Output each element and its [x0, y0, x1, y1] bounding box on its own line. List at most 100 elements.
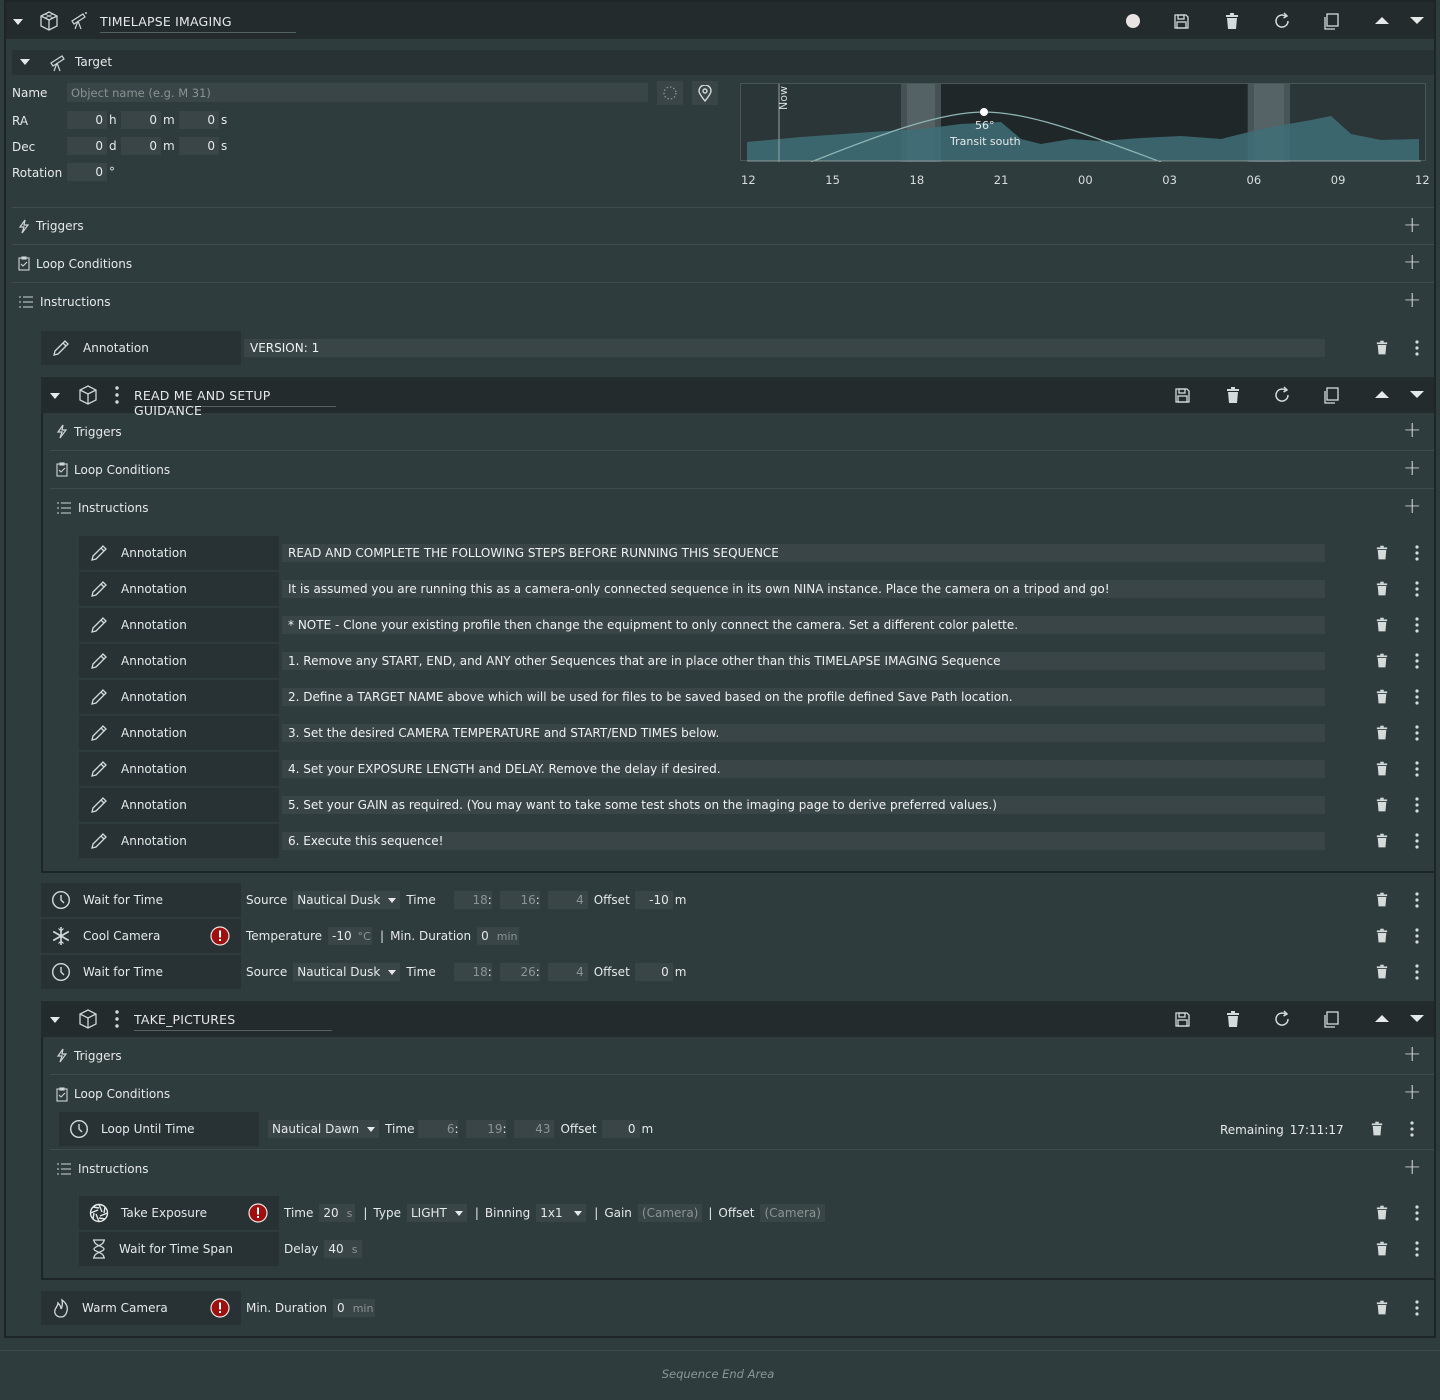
trash-icon[interactable] [1376, 928, 1388, 944]
cool-temp-input[interactable]: -10 °C [328, 927, 373, 945]
more-icon[interactable] [1414, 653, 1420, 669]
main-instructions-row[interactable]: Instructions + [12, 283, 1434, 321]
trash-icon[interactable] [1376, 725, 1388, 741]
annotation-text[interactable]: 5. Set your GAIN as required. (You may w… [282, 796, 1325, 814]
loop-until-second-input[interactable]: 43 [514, 1120, 555, 1138]
trash-icon[interactable] [1376, 892, 1388, 908]
save-icon[interactable] [1174, 1011, 1191, 1028]
trash-icon[interactable] [1376, 761, 1388, 777]
wait2-source-select[interactable]: Nautical Dusk [293, 963, 401, 981]
move-down-icon[interactable] [1410, 391, 1424, 398]
annotation-text[interactable]: * NOTE - Clone your existing profile the… [282, 616, 1325, 634]
more-icon[interactable] [1414, 689, 1420, 705]
target-name-input[interactable] [67, 83, 648, 102]
dec-minutes-input[interactable]: 0 [121, 137, 161, 155]
trash-icon[interactable] [1376, 581, 1388, 597]
collapse-take-pictures-icon[interactable] [50, 1017, 60, 1023]
dec-seconds-input[interactable]: 0 [179, 137, 219, 155]
ra-seconds-input[interactable]: 0 [179, 111, 219, 129]
location-button[interactable] [692, 81, 718, 105]
annotation-item[interactable]: Annotation [79, 824, 279, 858]
wait1-offset-input[interactable]: -10 [634, 891, 673, 909]
ra-minutes-input[interactable]: 0 [121, 111, 161, 129]
ra-hours-input[interactable]: 0 [67, 111, 107, 129]
more-icon[interactable] [1414, 833, 1420, 849]
annotation-text[interactable]: READ AND COMPLETE THE FOLLOWING STEPS BE… [282, 544, 1325, 562]
wait2-hour-input[interactable]: 18 [453, 963, 492, 981]
trash-icon[interactable] [1376, 617, 1388, 633]
more-icon[interactable] [1414, 340, 1420, 356]
more-icon[interactable] [1414, 761, 1420, 777]
wait1-hour-input[interactable]: 18 [453, 891, 492, 909]
collapse-main-icon[interactable] [13, 19, 23, 25]
main-triggers-row[interactable]: Triggers + [12, 207, 1434, 245]
warm-camera-item[interactable]: Warm Camera [41, 1291, 241, 1325]
more-icon[interactable] [1414, 1241, 1420, 1257]
wait-span-delay-input[interactable]: 40 s [324, 1240, 363, 1258]
wait2-minute-input[interactable]: 26 [499, 963, 540, 981]
loop-until-offset-input[interactable]: 0 [601, 1120, 640, 1138]
save-icon[interactable] [1174, 387, 1191, 404]
take-triggers-row[interactable]: Triggers + [50, 1037, 1434, 1075]
more-icon[interactable] [1414, 617, 1420, 633]
reset-icon[interactable] [1273, 1010, 1291, 1028]
main-title[interactable]: TIMELAPSE IMAGING [100, 14, 296, 33]
sequence-end-area[interactable]: Sequence End Area [0, 1350, 1440, 1396]
wait1-minute-input[interactable]: 16 [499, 891, 540, 909]
wait-for-time-item[interactable]: Wait for Time [41, 955, 241, 989]
trash-icon[interactable] [1371, 1121, 1383, 1137]
trash-icon[interactable] [1376, 833, 1388, 849]
take-pictures-title[interactable]: TAKE_PICTURES [134, 1012, 332, 1031]
annotation-item[interactable]: Annotation [79, 716, 279, 750]
wait1-second-input[interactable]: 4 [547, 891, 588, 909]
trash-icon[interactable] [1225, 13, 1239, 30]
loop-until-minute-input[interactable]: 19 [466, 1120, 507, 1138]
more-icon[interactable] [1414, 545, 1420, 561]
add-trigger-icon[interactable]: + [1403, 215, 1421, 237]
loop-until-source-select[interactable]: Nautical Dawn [268, 1120, 380, 1138]
readme-loop-row[interactable]: Loop Conditions + [50, 451, 1434, 489]
reset-icon[interactable] [1273, 12, 1291, 30]
loop-until-time-item[interactable]: Loop Until Time [59, 1112, 259, 1146]
cool-camera-item[interactable]: Cool Camera [41, 919, 241, 953]
annotation-text[interactable]: 3. Set the desired CAMERA TEMPERATURE an… [282, 724, 1325, 742]
main-loop-row[interactable]: Loop Conditions + [12, 245, 1434, 283]
more-icon[interactable] [1414, 797, 1420, 813]
trash-icon[interactable] [1376, 1205, 1388, 1221]
trash-icon[interactable] [1376, 964, 1388, 980]
add-trigger-icon[interactable]: + [1403, 420, 1421, 442]
wait2-offset-input[interactable]: 0 [634, 963, 673, 981]
search-target-button[interactable] [657, 81, 683, 105]
duplicate-icon[interactable] [1323, 387, 1340, 404]
exposure-time-input[interactable]: 20 s [319, 1204, 356, 1222]
drag-handle-icon[interactable] [114, 1010, 120, 1028]
add-instruction-icon[interactable]: + [1403, 1157, 1421, 1179]
more-icon[interactable] [1414, 1205, 1420, 1221]
readme-instructions-row[interactable]: Instructions + [50, 489, 1434, 527]
add-loop-condition-icon[interactable]: + [1403, 252, 1421, 274]
wait2-second-input[interactable]: 4 [547, 963, 588, 981]
annotation-item[interactable]: Annotation [79, 680, 279, 714]
take-instructions-row[interactable]: Instructions + [50, 1149, 1434, 1187]
more-icon[interactable] [1414, 581, 1420, 597]
add-loop-condition-icon[interactable]: + [1403, 458, 1421, 480]
cool-dur-input[interactable]: 0 min [477, 927, 520, 945]
annotation-text[interactable]: 4. Set your EXPOSURE LENGTH and DELAY. R… [282, 760, 1325, 778]
exposure-type-select[interactable]: LIGHT [406, 1204, 467, 1222]
rotation-input[interactable]: 0 [67, 163, 107, 181]
duplicate-icon[interactable] [1323, 13, 1340, 30]
trash-icon[interactable] [1376, 689, 1388, 705]
warm-dur-input[interactable]: 0 min [333, 1299, 376, 1317]
collapse-target-icon[interactable] [20, 59, 30, 65]
trash-icon[interactable] [1376, 1241, 1388, 1257]
duplicate-icon[interactable] [1323, 1011, 1340, 1028]
more-icon[interactable] [1414, 1300, 1420, 1316]
dec-degrees-input[interactable]: 0 [67, 137, 107, 155]
save-icon[interactable] [1173, 13, 1190, 30]
annotation-item[interactable]: Annotation [79, 752, 279, 786]
annotation-text[interactable]: It is assumed you are running this as a … [282, 580, 1325, 598]
move-up-icon[interactable] [1375, 1015, 1389, 1022]
annotation-item[interactable]: Annotation [79, 536, 279, 570]
trash-icon[interactable] [1376, 340, 1388, 356]
trash-icon[interactable] [1226, 1011, 1240, 1028]
